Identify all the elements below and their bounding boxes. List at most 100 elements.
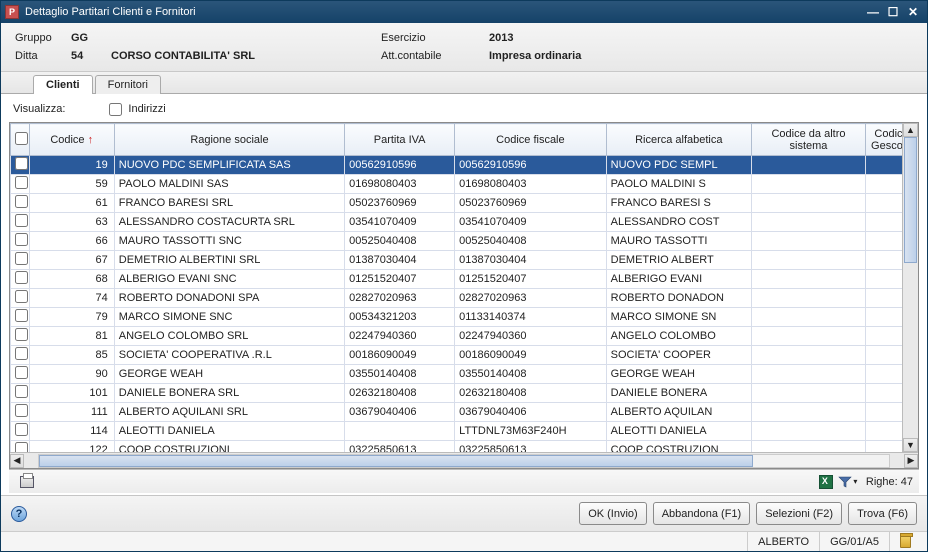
table-row[interactable]: 61FRANCO BARESI SRL050237609690502376096… [11, 194, 918, 213]
cell-altro [751, 270, 865, 289]
table-row[interactable]: 85SOCIETA' COOPERATIVA .R.L0018609004900… [11, 346, 918, 365]
trova-button[interactable]: Trova (F6) [848, 502, 917, 525]
cell-piva: 00534321203 [345, 308, 455, 327]
cell-ragione: MARCO SIMONE SNC [114, 308, 344, 327]
table-row[interactable]: 114ALEOTTI DANIELALTTDNL73M63F240HALEOTT… [11, 422, 918, 441]
minimize-button[interactable]: — [863, 4, 883, 20]
cell-codice: 85 [29, 346, 114, 365]
export-excel-button[interactable] [816, 473, 836, 491]
horizontal-scrollbar[interactable]: ◀ ▶ [10, 452, 918, 468]
trash-button[interactable] [889, 532, 921, 551]
cell-codice: 90 [29, 365, 114, 384]
table-row[interactable]: 79MARCO SIMONE SNC0053432120301133140374… [11, 308, 918, 327]
col-codice[interactable]: Codice ↑ [29, 124, 114, 156]
cell-ragione: DEMETRIO ALBERTINI SRL [114, 251, 344, 270]
cell-cf: 03679040406 [455, 403, 607, 422]
table-row[interactable]: 67DEMETRIO ALBERTINI SRL0138703040401387… [11, 251, 918, 270]
cell-cf: 01251520407 [455, 270, 607, 289]
cell-codice: 68 [29, 270, 114, 289]
print-button[interactable] [17, 473, 37, 491]
cell-ricerca: GEORGE WEAH [606, 365, 751, 384]
cell-cf: 00186090049 [455, 346, 607, 365]
statusbar: ALBERTO GG/01/A5 [1, 531, 927, 551]
cell-ricerca: MARCO SIMONE SN [606, 308, 751, 327]
row-checkbox[interactable] [15, 176, 28, 189]
cell-ragione: FRANCO BARESI SRL [114, 194, 344, 213]
table-row[interactable]: 111ALBERTO AQUILANI SRL03679040406036790… [11, 403, 918, 422]
cell-piva: 02632180408 [345, 384, 455, 403]
data-grid[interactable]: Codice ↑ Ragione sociale Partita IVA Cod… [10, 123, 918, 452]
maximize-button[interactable]: ☐ [883, 4, 903, 20]
table-row[interactable]: 81ANGELO COLOMBO SRL02247940360022479403… [11, 327, 918, 346]
row-checkbox[interactable] [15, 195, 28, 208]
row-checkbox[interactable] [15, 347, 28, 360]
filter-button[interactable]: ▾ [838, 473, 858, 491]
col-ricerca-alfabetica[interactable]: Ricerca alfabetica [606, 124, 751, 156]
table-row[interactable]: 74ROBERTO DONADONI SPA028270209630282702… [11, 289, 918, 308]
gruppo-label: Gruppo [15, 32, 71, 44]
cell-ricerca: SOCIETA' COOPER [606, 346, 751, 365]
row-checkbox[interactable] [15, 214, 28, 227]
row-checkbox[interactable] [15, 366, 28, 379]
scroll-left-button[interactable]: ◀ [10, 454, 24, 468]
cell-codice: 81 [29, 327, 114, 346]
table-row[interactable]: 59PAOLO MALDINI SAS016980804030169808040… [11, 175, 918, 194]
table-row[interactable]: 19NUOVO PDC SEMPLIFICATA SAS005629105960… [11, 156, 918, 175]
help-button[interactable]: ? [11, 506, 27, 522]
row-checkbox[interactable] [15, 309, 28, 322]
selezioni-button[interactable]: Selezioni (F2) [756, 502, 842, 525]
vertical-scrollbar[interactable]: ▲ ▼ [902, 123, 918, 452]
table-row[interactable]: 122COOP COSTRUZIONI032258506130322585061… [11, 441, 918, 453]
select-all-checkbox[interactable] [15, 132, 28, 145]
cell-cf: 02247940360 [455, 327, 607, 346]
esercizio-label: Esercizio [381, 32, 489, 44]
row-checkbox[interactable] [15, 252, 28, 265]
cell-cf: 05023760969 [455, 194, 607, 213]
cell-altro [751, 327, 865, 346]
col-codice-fiscale[interactable]: Codice fiscale [455, 124, 607, 156]
scroll-down-button[interactable]: ▼ [903, 438, 918, 452]
row-checkbox[interactable] [15, 442, 28, 452]
tabbar: Clienti Fornitori [1, 72, 927, 94]
col-ragione-sociale[interactable]: Ragione sociale [114, 124, 344, 156]
visualizza-bar: Visualizza: Indirizzi [9, 98, 919, 120]
row-checkbox[interactable] [15, 233, 28, 246]
cell-altro [751, 441, 865, 453]
col-checkbox[interactable] [11, 124, 30, 156]
table-row[interactable]: 66MAURO TASSOTTI SNC00525040408005250404… [11, 232, 918, 251]
tab-clienti[interactable]: Clienti [33, 75, 93, 94]
col-codice-altro-sistema[interactable]: Codice da altro sistema [751, 124, 865, 156]
ditta-label: Ditta [15, 50, 71, 62]
scroll-right-button[interactable]: ▶ [904, 454, 918, 468]
table-row[interactable]: 101DANIELE BONERA SRL0263218040802632180… [11, 384, 918, 403]
cell-ragione: ANGELO COLOMBO SRL [114, 327, 344, 346]
header-panel: Gruppo GG Esercizio 2013 Ditta 54 CORSO … [1, 23, 927, 72]
cell-ragione: MAURO TASSOTTI SNC [114, 232, 344, 251]
row-checkbox[interactable] [15, 423, 28, 436]
vscroll-thumb[interactable] [904, 137, 917, 263]
cell-cf: 03541070409 [455, 213, 607, 232]
row-checkbox[interactable] [15, 404, 28, 417]
row-checkbox[interactable] [15, 328, 28, 341]
table-row[interactable]: 68ALBERIGO EVANI SNC01251520407012515204… [11, 270, 918, 289]
cell-ricerca: ALBERTO AQUILAN [606, 403, 751, 422]
cell-codice: 111 [29, 403, 114, 422]
hscroll-thumb[interactable] [39, 455, 753, 467]
row-checkbox[interactable] [15, 157, 28, 170]
table-row[interactable]: 90GEORGE WEAH0355014040803550140408GEORG… [11, 365, 918, 384]
ok-button[interactable]: OK (Invio) [579, 502, 647, 525]
cell-piva: 03541070409 [345, 213, 455, 232]
tab-fornitori[interactable]: Fornitori [95, 75, 161, 94]
indirizzi-checkbox[interactable] [109, 103, 122, 116]
abbandona-button[interactable]: Abbandona (F1) [653, 502, 751, 525]
row-checkbox[interactable] [15, 290, 28, 303]
row-checkbox[interactable] [15, 385, 28, 398]
cell-altro [751, 251, 865, 270]
scroll-up-button[interactable]: ▲ [903, 123, 918, 137]
cell-ricerca: NUOVO PDC SEMPL [606, 156, 751, 175]
indirizzi-label: Indirizzi [128, 103, 165, 115]
row-checkbox[interactable] [15, 271, 28, 284]
close-button[interactable]: ✕ [903, 4, 923, 20]
table-row[interactable]: 63ALESSANDRO COSTACURTA SRL0354107040903… [11, 213, 918, 232]
col-partita-iva[interactable]: Partita IVA [345, 124, 455, 156]
